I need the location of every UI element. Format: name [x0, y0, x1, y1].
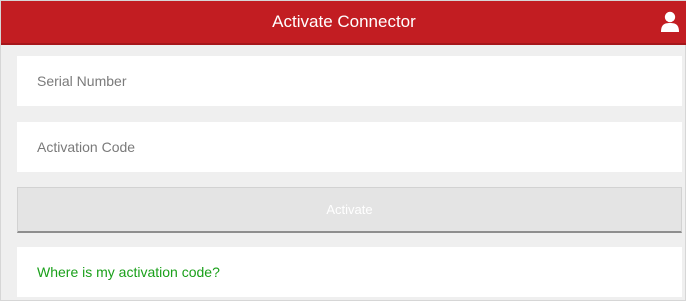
where-is-activation-code-link[interactable]: Where is my activation code?	[37, 247, 220, 297]
app-frame: Activate Connector Activate Where is my …	[0, 0, 686, 301]
serial-number-field-container	[17, 56, 682, 106]
title-bar: Activate Connector	[1, 1, 686, 45]
activation-code-field-container	[17, 122, 682, 172]
activate-button[interactable]: Activate	[17, 187, 682, 233]
user-icon[interactable]	[660, 11, 680, 33]
activation-code-input[interactable]	[17, 122, 682, 172]
serial-number-input[interactable]	[17, 56, 682, 106]
page-title: Activate Connector	[272, 12, 416, 31]
help-row: Where is my activation code?	[17, 247, 682, 297]
